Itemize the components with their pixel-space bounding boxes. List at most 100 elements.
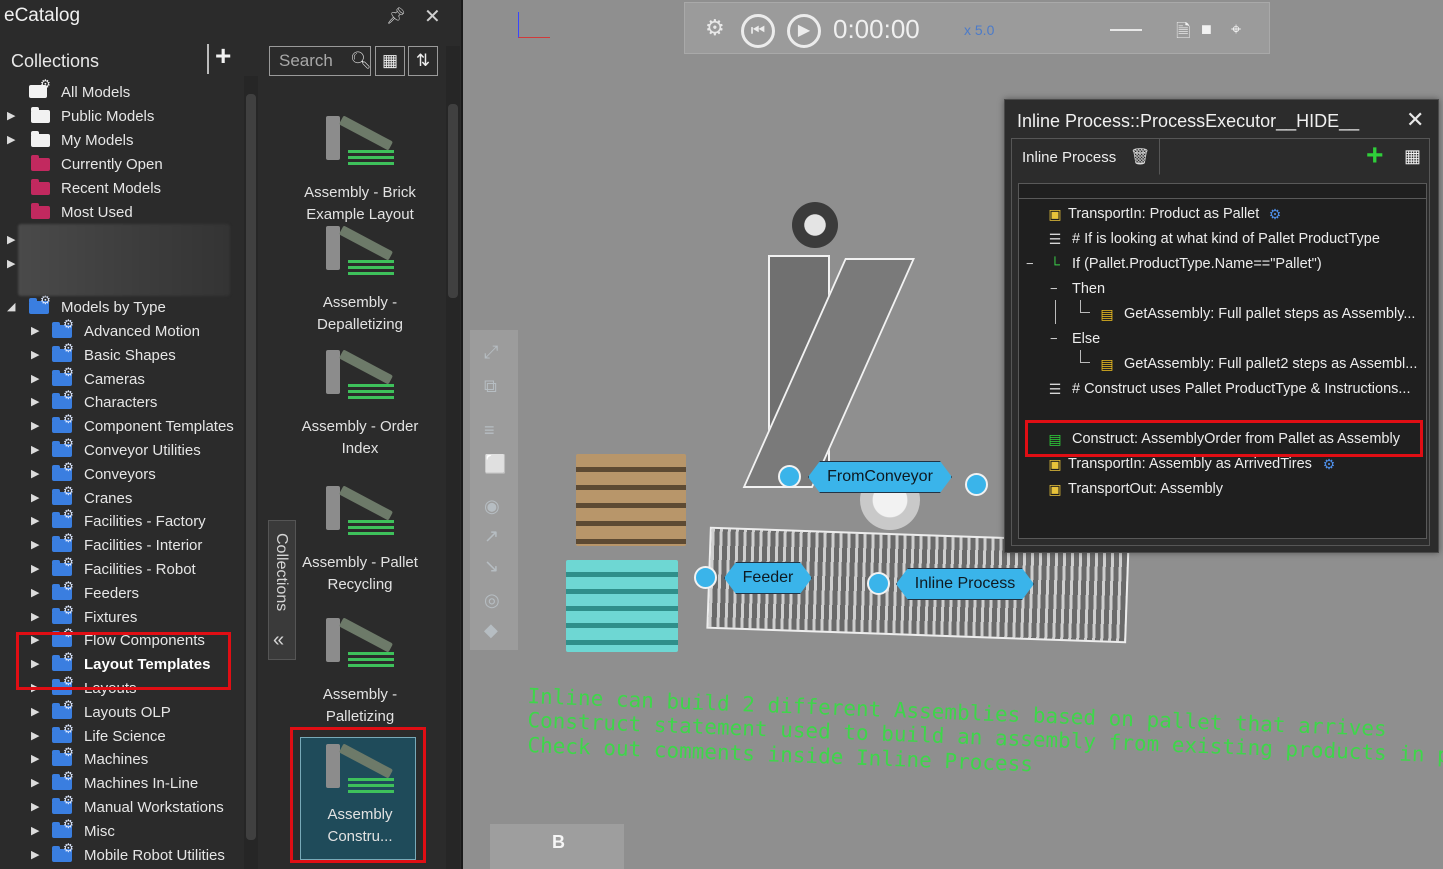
speed-factor[interactable]: x 5.0 (964, 22, 994, 38)
model-tile[interactable]: Assembly Constru... (296, 738, 424, 848)
type-item[interactable]: ▶ Facilities - Factory (0, 507, 244, 533)
box-view-icon[interactable]: ⬜ (484, 454, 506, 475)
add-statement-button[interactable]: + (1366, 141, 1384, 171)
expand-arrow-icon[interactable]: ▶ (31, 491, 39, 504)
model-tile[interactable]: Assembly - Pallet Recycling (296, 480, 424, 596)
tree-item[interactable]: ◢ Models by Type (0, 293, 244, 319)
collapse-arrow-icon[interactable]: ◢ (7, 300, 15, 313)
collapse-expander-icon[interactable]: − (1050, 331, 1058, 346)
type-item[interactable]: ▶ Fixtures (0, 603, 244, 629)
type-item[interactable]: ▶ Machines (0, 745, 244, 771)
type-item[interactable]: ▶ Conveyor Utilities (0, 436, 244, 462)
collapse-expander-icon[interactable]: − (1050, 281, 1058, 296)
expand-arrow-icon[interactable]: ▶ (31, 848, 39, 861)
tab-inline-process[interactable]: Inline Process 🗑︎ (1012, 139, 1160, 175)
fill-view-icon[interactable]: ⤢ (484, 342, 498, 363)
interface-node[interactable] (778, 465, 801, 488)
model-tile[interactable]: Assembly - Order Index (296, 344, 424, 460)
expand-arrow-icon[interactable]: ▶ (31, 372, 39, 385)
video-record-icon[interactable]: ■ (1201, 19, 1212, 40)
search-icon[interactable]: 🔍︎ (350, 51, 372, 71)
expand-arrow-icon[interactable]: ▶ (31, 800, 39, 813)
interface-node[interactable] (694, 566, 717, 589)
pdf-export-icon[interactable]: 🗎 (1176, 19, 1190, 49)
model-tile[interactable]: Assembly - Palletizing (296, 612, 424, 728)
expand-arrow-icon[interactable]: ▶ (7, 109, 15, 122)
close-panel-button[interactable]: ✕ (424, 4, 441, 29)
from-conveyor-label[interactable]: FromConveyor (808, 461, 952, 493)
type-item[interactable]: ▶ Conveyors (0, 460, 244, 486)
wooden-pallet[interactable] (576, 454, 686, 546)
expand-arrow-icon[interactable]: ▶ (31, 419, 39, 432)
type-item[interactable]: ▶ Machines In-Line (0, 769, 244, 795)
inline-process-label[interactable]: Inline Process (896, 568, 1034, 600)
type-item[interactable]: ▶ Cameras (0, 365, 244, 391)
type-item[interactable]: ▶ Characters (0, 388, 244, 414)
tree-item[interactable]: ▶ My Models (0, 130, 244, 152)
align-icon[interactable]: ≡ (484, 420, 495, 441)
cyan-pallet[interactable] (566, 560, 678, 652)
link-gear-icon[interactable]: ⚙ (1320, 456, 1338, 473)
pin-icon[interactable]: 📌︎ (386, 6, 406, 26)
play-button[interactable]: ▶ (787, 14, 821, 48)
tree-item[interactable]: Recent Models (0, 178, 244, 200)
tree-item[interactable]: ▶ (0, 254, 16, 276)
expand-arrow-icon[interactable]: ▶ (31, 395, 39, 408)
type-item[interactable]: ▶ Facilities - Robot (0, 555, 244, 581)
scrollbar-thumb[interactable] (246, 94, 256, 840)
models-scrollbar[interactable] (446, 46, 460, 869)
search-input[interactable] (270, 47, 348, 75)
type-item[interactable]: ▶ Advanced Motion (0, 317, 244, 343)
grid-view-button[interactable]: ▦ (375, 46, 405, 76)
tire-product[interactable] (792, 202, 838, 248)
type-item[interactable]: ▶ Manual Workstations (0, 793, 244, 819)
statement-grid-icon[interactable]: ▦ (1404, 146, 1421, 167)
expand-arrow-icon[interactable]: ▶ (7, 257, 15, 270)
tree-scrollbar[interactable] (244, 76, 258, 869)
settings-gear-icon[interactable]: ⚙ (705, 15, 725, 41)
expand-arrow-icon[interactable]: ▶ (31, 705, 39, 718)
tree-item[interactable]: ▶ Public Models (0, 106, 244, 128)
render-mode-icon[interactable]: ◉ (484, 496, 500, 517)
expand-arrow-icon[interactable]: ▶ (31, 514, 39, 527)
tree-item[interactable]: Most Used (0, 202, 244, 224)
material-icon[interactable]: ◆ (484, 620, 498, 641)
expand-arrow-icon[interactable]: ▶ (31, 752, 39, 765)
tree-item[interactable]: All Models (0, 77, 244, 104)
reset-button[interactable]: ⏮ (741, 14, 775, 48)
expand-arrow-icon[interactable]: ▶ (31, 586, 39, 599)
expand-arrow-icon[interactable]: ▶ (31, 610, 39, 623)
expand-arrow-icon[interactable]: ▶ (31, 467, 39, 480)
model-tile[interactable]: Assembly - Depalletizing (296, 220, 424, 336)
type-item[interactable]: ▶ Cranes (0, 484, 244, 510)
collections-side-tab[interactable]: Collections « (268, 520, 296, 660)
collapse-icon[interactable]: « (273, 629, 284, 652)
type-item[interactable]: ▶ Life Science (0, 722, 244, 748)
model-tile[interactable]: Assembly - Brick Example Layout (296, 110, 424, 226)
collapse-expander-icon[interactable]: − (1026, 256, 1034, 271)
expand-arrow-icon[interactable]: ▶ (7, 233, 15, 246)
add-collection-button[interactable]: + (215, 42, 231, 70)
close-dialog-button[interactable]: ✕ (1406, 107, 1424, 133)
search-box[interactable]: 🔍︎ (269, 46, 372, 76)
expand-arrow-icon[interactable]: ▶ (7, 133, 15, 146)
expand-arrow-icon[interactable]: ▶ (31, 824, 39, 837)
fit-selection-icon[interactable]: ⧉ (484, 376, 497, 397)
type-item[interactable]: ▶ Misc (0, 817, 244, 843)
expand-arrow-icon[interactable]: ▶ (31, 348, 39, 361)
expand-arrow-icon[interactable]: ▶ (31, 562, 39, 575)
interface-node[interactable] (867, 572, 890, 595)
expand-arrow-icon[interactable]: ▶ (31, 729, 39, 742)
tree-item[interactable]: Currently Open (0, 154, 244, 176)
type-item[interactable]: ▶ Component Templates (0, 412, 244, 438)
feeder-label[interactable]: Feeder (724, 562, 812, 594)
expand-arrow-icon[interactable]: ▶ (31, 538, 39, 551)
expand-arrow-icon[interactable]: ▶ (31, 443, 39, 456)
expand-arrow-icon[interactable]: ▶ (31, 324, 39, 337)
expand-arrow-icon[interactable]: ▶ (31, 776, 39, 789)
snap-icon[interactable]: ↘ (484, 556, 499, 577)
axis-view-icon[interactable]: ↗ (484, 526, 499, 547)
speed-slider[interactable] (1110, 29, 1142, 31)
type-item[interactable]: ▶ Feeders (0, 579, 244, 605)
type-item[interactable]: ▶ Basic Shapes (0, 341, 244, 367)
